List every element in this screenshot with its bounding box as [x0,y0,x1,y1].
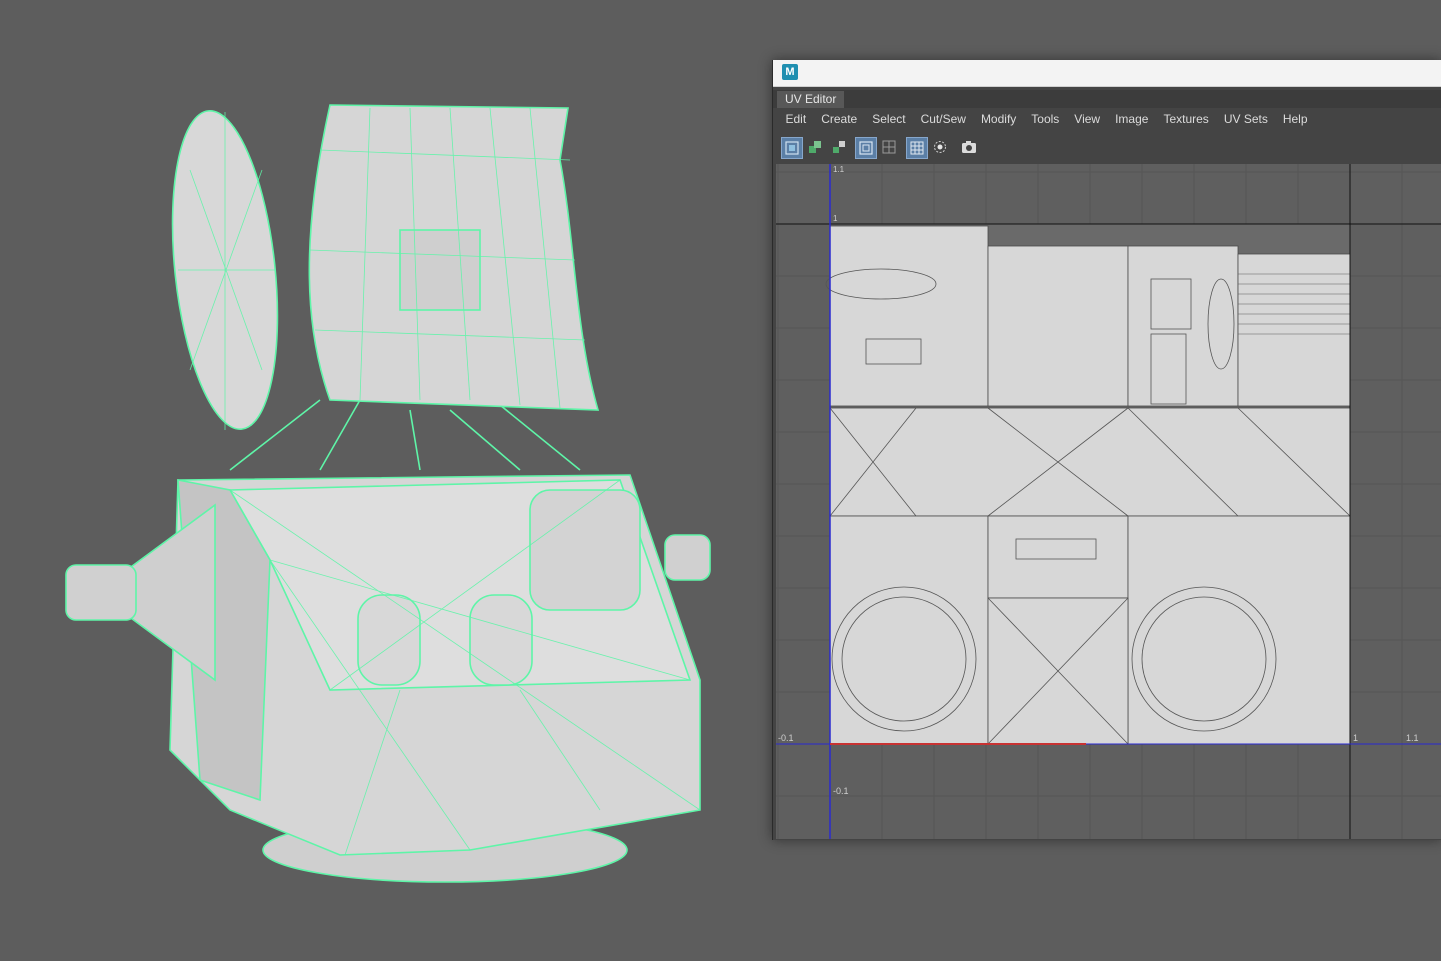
menu-cut-sew[interactable]: Cut/Sew [913,108,973,130]
menu-select[interactable]: Select [865,108,913,130]
uv-face-icon[interactable] [805,137,827,159]
uv-grid: 1.1 1 -0.1 -0.1 1 1.1 [776,164,1441,839]
menu-create[interactable]: Create [814,108,865,130]
menu-textures[interactable]: Textures [1156,108,1216,130]
drum [529,489,641,611]
snapshot-icon[interactable] [958,137,980,159]
menu-edit[interactable]: Edit [778,108,814,130]
label-right-onepoint: 1.1 [1406,733,1419,743]
3d-viewport[interactable] [0,0,770,956]
label-right-one: 1 [1353,733,1358,743]
uv-canvas[interactable]: 1.1 1 -0.1 -0.1 1 1.1 [776,164,1441,839]
label-left-bottom: -0.1 [778,733,794,743]
menu-uv-sets[interactable]: UV Sets [1216,108,1275,130]
label-one-top: 1 [833,214,838,223]
uv-shell-icon[interactable] [781,137,803,159]
window-titlebar[interactable]: M [773,60,1441,87]
pod-right [469,594,533,686]
right-cylinder [664,534,711,581]
maya-app-icon: M [782,64,798,80]
menu-modify[interactable]: Modify [973,108,1023,130]
wireframe-model [65,104,711,883]
uv-editor-window[interactable]: M UV Editor Edit Create Select Cut/Sew M… [772,60,1441,840]
uv-flip-icon[interactable] [829,137,851,159]
left-cylinder [65,564,137,621]
uv-bounds-icon[interactable] [855,137,877,159]
grid-toggle-icon[interactable] [906,137,928,159]
pod-left [357,594,421,686]
tab-bar: UV Editor [773,90,1441,108]
uv-grid-small-icon[interactable] [879,137,901,159]
menu-image[interactable]: Image [1108,108,1156,130]
uv-toolbar [773,134,1441,162]
menu-bar: Edit Create Select Cut/Sew Modify Tools … [773,108,1441,130]
menu-tools[interactable]: Tools [1024,108,1067,130]
checker-display-icon[interactable] [930,137,952,159]
label-top: 1.1 [833,165,845,174]
tab-uv-editor[interactable]: UV Editor [777,91,845,108]
label-bottom-neg: -0.1 [833,786,849,796]
menu-help[interactable]: Help [1275,108,1315,130]
menu-view[interactable]: View [1067,108,1108,130]
